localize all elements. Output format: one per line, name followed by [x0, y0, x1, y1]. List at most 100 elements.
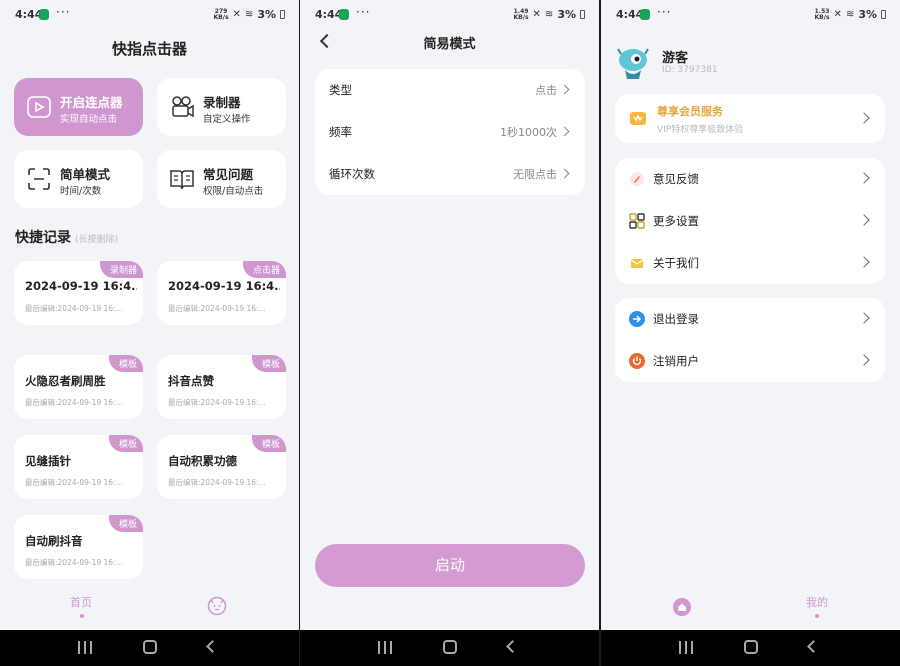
system-nav-bar — [300, 630, 599, 666]
recent-apps-icon[interactable] — [78, 641, 92, 654]
me-screen: 4:44 ··· 1.53 KB/s ✕ ≋ 3% 游客 ID: 3797381 … — [601, 0, 900, 666]
home-icon[interactable] — [744, 640, 758, 654]
status-right: 1.53 KB/s ✕ ≋ 3% — [815, 8, 886, 21]
record-name: 火隐忍者刷周胜 — [25, 374, 106, 388]
back-icon[interactable] — [807, 640, 820, 653]
status-right: 279 KB/s ✕ ≋ 3% — [214, 8, 285, 21]
shield-icon — [339, 9, 349, 20]
home-icon[interactable] — [443, 640, 457, 654]
record-card[interactable]: 模板 抖音点赞 最后编辑:2024-09-19 16:... — [157, 355, 286, 419]
record-name: 抖音点赞 — [168, 374, 214, 388]
battery-percent: 3% — [557, 8, 576, 21]
status-bar: 4:44 ··· 1.53 KB/s ✕ ≋ 3% — [601, 0, 900, 30]
faq-card[interactable]: 常见问题 权限/自动点击 — [157, 150, 286, 208]
system-nav-bar — [601, 630, 900, 666]
more-notifications-icon: ··· — [657, 5, 672, 19]
status-bar: 4:44 ··· 279 KB/s ✕ ≋ 3% — [0, 0, 299, 30]
system-nav-bar — [0, 630, 299, 666]
tab-home-icon[interactable] — [673, 598, 691, 616]
menu-label: 注销用户 — [653, 354, 699, 368]
row-frequency[interactable]: 频率 1秒1000次 — [315, 111, 585, 153]
feedback-pen-icon — [630, 172, 644, 186]
tab-me-face-icon[interactable] — [207, 596, 227, 616]
record-tag: 录制器 — [99, 261, 143, 278]
record-card[interactable]: 录制器 2024-09-19 16:4... 最后编辑:2024-09-19 1… — [14, 261, 143, 325]
record-card[interactable]: 模板 自动刷抖音 最后编辑:2024-09-19 16:... — [14, 515, 143, 579]
simple-mode-screen: 4:44 ··· 1.49 KB/s ✕ ≋ 3% 简易模式 类型 点击 频率 1… — [300, 0, 599, 666]
menu-label: 退出登录 — [653, 312, 699, 326]
records-title: 快捷记录 (长按删除) — [15, 227, 118, 247]
scan-icon — [28, 168, 50, 190]
row-type[interactable]: 类型 点击 — [315, 69, 585, 111]
camera-icon — [172, 96, 194, 118]
back-icon[interactable] — [206, 640, 219, 653]
chevron-right-icon — [858, 256, 870, 268]
vip-subtitle: VIP特权尊享极致体验 — [657, 125, 744, 135]
menu-about-us[interactable]: 关于我们 — [615, 242, 885, 284]
tab-me[interactable]: 我的 — [806, 594, 828, 610]
menu-logout[interactable]: 退出登录 — [615, 298, 885, 340]
wifi-icon: ≋ — [845, 9, 855, 20]
menu-feedback[interactable]: 意见反馈 — [615, 158, 885, 200]
start-clicker-card[interactable]: 开启连点器 实现自动点击 — [14, 78, 143, 136]
recent-apps-icon[interactable] — [378, 641, 392, 654]
play-icon — [27, 96, 51, 118]
feature-sub: 权限/自动点击 — [203, 186, 264, 197]
record-card[interactable]: 模板 火隐忍者刷周胜 最后编辑:2024-09-19 16:... — [14, 355, 143, 419]
record-tag: 模板 — [251, 435, 286, 452]
back-icon[interactable] — [506, 640, 519, 653]
row-loop-count[interactable]: 循环次数 无限点击 — [315, 153, 585, 195]
records-hint: (长按删除) — [75, 235, 119, 245]
logout-arrow-icon — [629, 311, 645, 327]
mute-icon: ✕ — [532, 9, 541, 20]
recorder-card[interactable]: 录制器 自定义操作 — [157, 78, 286, 136]
recent-apps-icon[interactable] — [679, 641, 693, 654]
menu-delete-account[interactable]: 注销用户 — [615, 340, 885, 382]
record-card[interactable]: 模板 自动积累功德 最后编辑:2024-09-19 16:... — [157, 435, 286, 499]
vip-title: 尊享会员服务 — [657, 105, 723, 118]
power-icon — [629, 353, 645, 369]
chevron-right-icon — [858, 172, 870, 184]
record-card[interactable]: 模板 见缝插针 最后编辑:2024-09-19 16:... — [14, 435, 143, 499]
settings-card: 类型 点击 频率 1秒1000次 循环次数 无限点击 — [315, 69, 585, 195]
feature-title: 常见问题 — [203, 167, 254, 182]
wifi-icon: ≋ — [544, 9, 554, 20]
more-notifications-icon: ··· — [356, 5, 371, 19]
record-card[interactable]: 点击器 2024-09-19 16:4... 最后编辑:2024-09-19 1… — [157, 261, 286, 325]
chevron-right-icon — [858, 112, 870, 124]
menu-group-1: 意见反馈 更多设置 关于我们 — [615, 158, 885, 284]
record-edited: 最后编辑:2024-09-19 16:... — [25, 558, 123, 567]
bottom-tab-bar: 我的 — [601, 584, 900, 630]
network-speed: 279 KB/s — [213, 7, 229, 21]
record-edited: 最后编辑:2024-09-19 16:... — [168, 304, 266, 313]
vip-card[interactable]: 尊享会员服务 VIP特权尊享极致体验 — [615, 94, 885, 143]
feature-sub: 实现自动点击 — [60, 114, 118, 125]
grid-settings-icon — [629, 213, 645, 229]
record-edited: 最后编辑:2024-09-19 16:... — [25, 398, 123, 407]
row-value: 1秒1000次 — [500, 126, 557, 139]
home-icon[interactable] — [143, 640, 157, 654]
shield-icon — [39, 9, 49, 20]
chevron-right-icon — [858, 354, 870, 366]
status-right: 1.49 KB/s ✕ ≋ 3% — [514, 8, 585, 21]
feature-sub: 自定义操作 — [203, 114, 251, 125]
tab-active-dot — [815, 614, 819, 618]
wifi-icon: ≋ — [244, 9, 254, 20]
records-title-text: 快捷记录 — [15, 230, 71, 246]
chevron-right-icon — [559, 168, 570, 179]
menu-label: 更多设置 — [653, 214, 699, 228]
menu-more-settings[interactable]: 更多设置 — [615, 200, 885, 242]
start-button[interactable]: 启动 — [315, 544, 585, 587]
tab-home[interactable]: 首页 — [70, 594, 92, 610]
book-icon — [170, 170, 194, 190]
page-title: 简易模式 — [423, 37, 476, 52]
avatar — [617, 48, 649, 79]
record-tag: 模板 — [108, 435, 143, 452]
network-speed: 1.49 KB/s — [513, 7, 529, 21]
record-edited: 最后编辑:2024-09-19 16:... — [25, 478, 123, 487]
simple-mode-card[interactable]: 简单模式 时间/次数 — [14, 150, 143, 208]
tab-active-dot — [80, 614, 84, 618]
battery-icon — [580, 10, 585, 19]
feature-title: 开启连点器 — [60, 95, 123, 110]
record-name: 见缝插针 — [25, 454, 71, 468]
